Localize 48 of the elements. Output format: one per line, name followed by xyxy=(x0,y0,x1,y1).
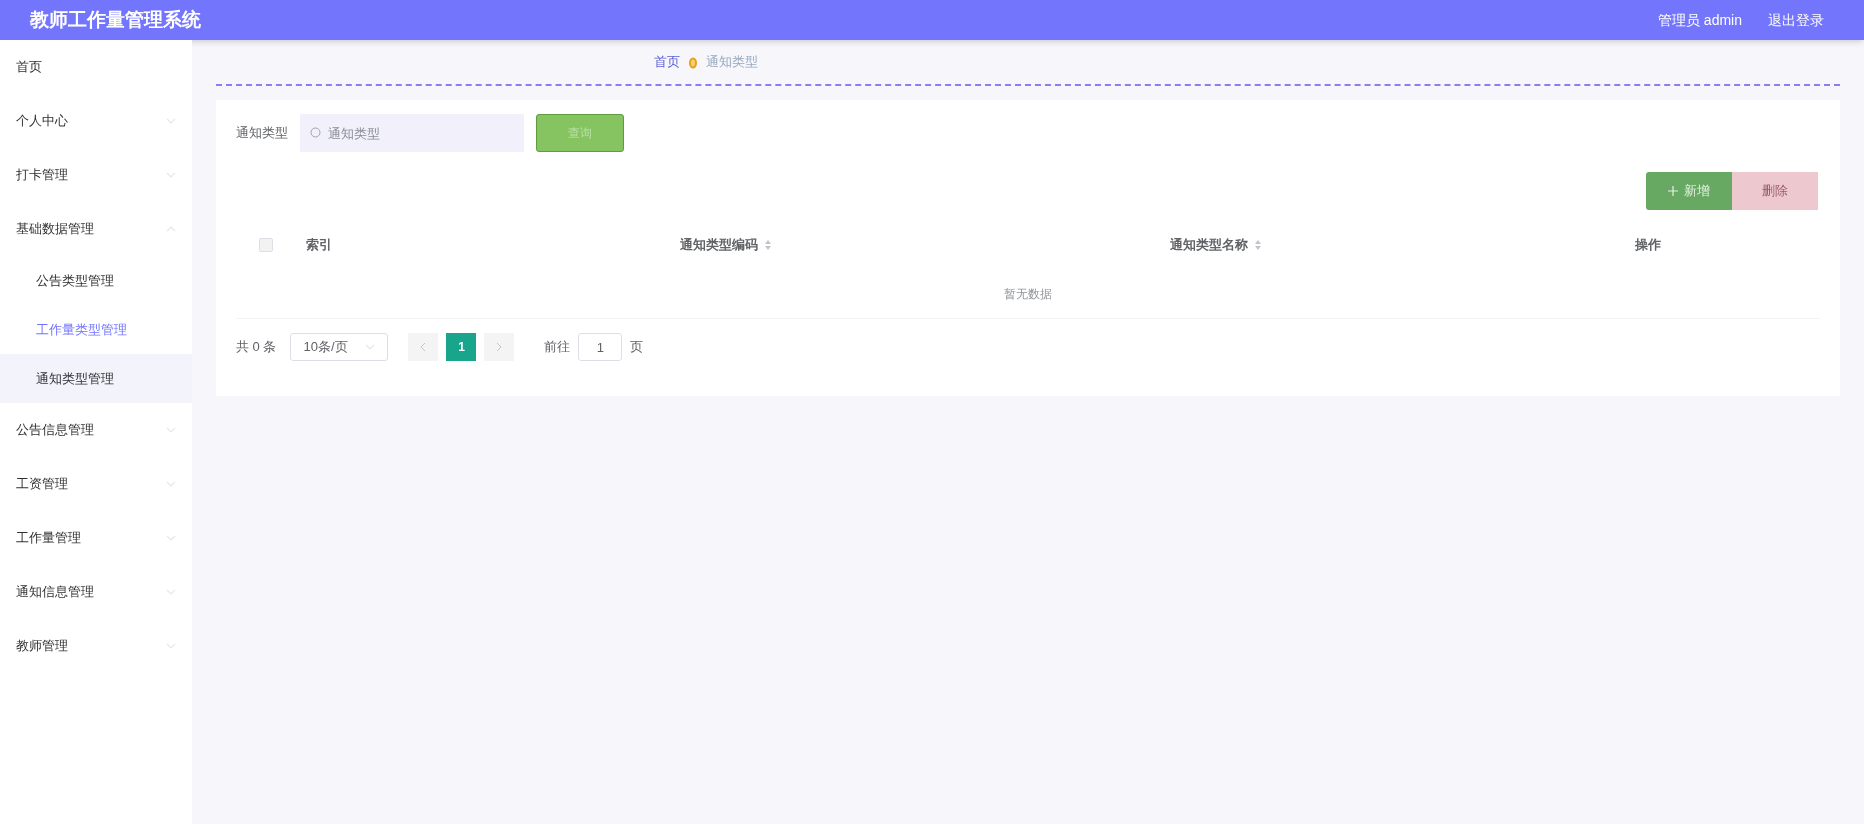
sort-icon[interactable] xyxy=(764,239,772,251)
breadcrumb-link[interactable]: 首页 xyxy=(654,52,680,72)
goto-field[interactable]: 1 xyxy=(578,333,623,361)
delete-button[interactable]: 删除 xyxy=(1732,172,1818,210)
app-title: 教师工作量管理系统 xyxy=(30,7,201,32)
chevron-icon xyxy=(365,344,376,350)
sidebar-item[interactable]: 工资管理 xyxy=(0,457,192,511)
column-header: 操作 xyxy=(1635,236,1661,255)
submenu-item[interactable]: 通知类型管理 xyxy=(0,354,192,403)
chevron-icon xyxy=(166,589,176,595)
sidebar-item[interactable]: 教师管理 xyxy=(0,619,192,673)
sidebar-item[interactable]: 公告信息管理 xyxy=(0,403,192,457)
total-count: 共 0 条 xyxy=(236,338,277,357)
sidebar-item[interactable]: 首页 xyxy=(0,40,192,94)
breadcrumb-current: 通知类型 xyxy=(706,53,758,72)
search-label: 通知类型 xyxy=(236,124,288,143)
goto-suffix: 页 xyxy=(630,338,644,357)
sidebar-item[interactable]: 基础数据管理 xyxy=(0,202,192,256)
chevron-icon xyxy=(166,172,176,178)
select-all-checkbox[interactable] xyxy=(259,238,273,252)
goto-label: 前往 xyxy=(544,338,571,357)
chevron-icon xyxy=(166,481,176,487)
chevron-right-icon xyxy=(496,342,503,352)
chevron-icon xyxy=(166,118,176,124)
chevron-icon xyxy=(166,226,176,232)
chevron-icon xyxy=(166,427,176,433)
sort-icon[interactable] xyxy=(1254,239,1262,251)
column-header: 通知类型名称 xyxy=(1170,236,1248,255)
empty-text: 暂无数据 xyxy=(1004,286,1052,303)
chevron-icon xyxy=(166,535,176,541)
sidebar-item[interactable]: 通知信息管理 xyxy=(0,565,192,619)
user-label: 管理员 admin xyxy=(1657,10,1742,30)
submenu-item[interactable]: 工作量类型管理 xyxy=(0,305,192,354)
chevron-icon xyxy=(166,643,176,649)
sidebar-item[interactable]: 打卡管理 xyxy=(0,148,192,202)
prev-page-button[interactable] xyxy=(408,333,439,361)
column-header: 通知类型编码 xyxy=(680,236,758,255)
page-size-select[interactable]: 10条/页 xyxy=(290,333,389,361)
search-field[interactable]: 通知类型 xyxy=(300,114,524,152)
column-header: 索引 xyxy=(306,236,332,255)
sidebar-item[interactable]: 工作量管理 xyxy=(0,511,192,565)
search-icon xyxy=(310,127,321,138)
next-page-button[interactable] xyxy=(484,333,515,361)
chevron-left-icon xyxy=(420,342,427,352)
sidebar-item[interactable]: 个人中心 xyxy=(0,94,192,148)
submenu-item[interactable]: 公告类型管理 xyxy=(0,256,192,305)
logout-link[interactable]: 退出登录 xyxy=(1768,9,1824,31)
plus-icon xyxy=(1668,186,1678,196)
